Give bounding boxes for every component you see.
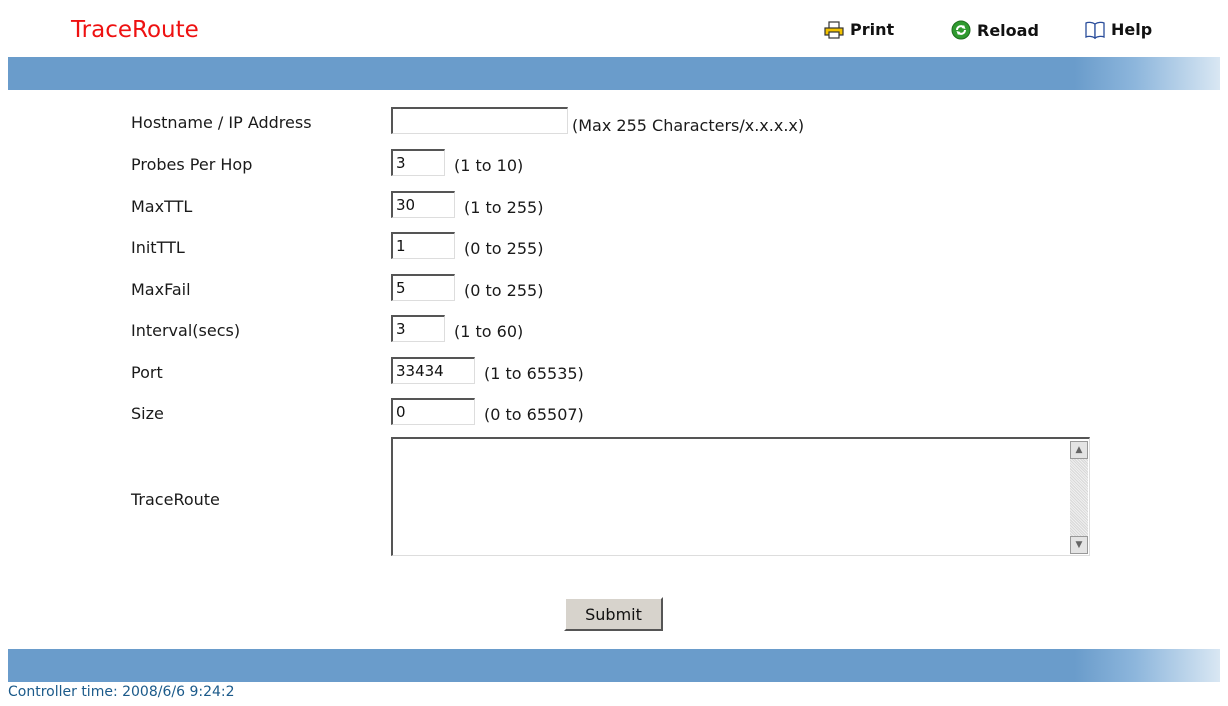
footer-bar	[8, 649, 1220, 682]
initttl-label: InitTTL	[131, 238, 185, 257]
size-hint: (0 to 65507)	[484, 405, 584, 424]
vertical-scrollbar[interactable]: ▲ ▼	[1070, 441, 1088, 554]
interval-label: Interval(secs)	[131, 321, 241, 340]
reload-button[interactable]: Reload	[951, 20, 1039, 40]
interval-hint: (1 to 60)	[454, 322, 524, 341]
probes-label: Probes Per Hop	[131, 155, 253, 174]
submit-button[interactable]: Submit	[564, 597, 663, 631]
traceroute-label: TraceRoute	[131, 490, 220, 509]
traceroute-output[interactable]: ▲ ▼	[391, 437, 1090, 556]
printer-icon	[824, 20, 844, 39]
hostname-hint: (Max 255 Characters/x.x.x.x)	[572, 116, 805, 135]
size-label: Size	[131, 404, 164, 423]
reload-icon	[951, 20, 971, 40]
size-input[interactable]	[391, 398, 475, 425]
controller-time: Controller time: 2008/6/6 9:24:2	[8, 684, 235, 700]
header-bar	[8, 57, 1220, 90]
probes-hint: (1 to 10)	[454, 156, 524, 175]
maxttl-label: MaxTTL	[131, 197, 193, 216]
help-label: Help	[1111, 20, 1153, 39]
page-title: TraceRoute	[71, 17, 199, 43]
help-button[interactable]: Help	[1085, 20, 1152, 39]
port-hint: (1 to 65535)	[484, 364, 584, 383]
print-label: Print	[850, 20, 895, 39]
maxfail-label: MaxFail	[131, 280, 191, 299]
print-button[interactable]: Print	[824, 20, 894, 39]
maxfail-input[interactable]	[391, 274, 455, 301]
maxttl-input[interactable]	[391, 191, 455, 218]
reload-label: Reload	[977, 20, 1039, 40]
scroll-down-icon[interactable]: ▼	[1070, 536, 1088, 554]
initttl-input[interactable]	[391, 232, 455, 259]
port-label: Port	[131, 363, 163, 382]
initttl-hint: (0 to 255)	[464, 239, 544, 258]
scroll-up-icon[interactable]: ▲	[1070, 441, 1088, 459]
hostname-input[interactable]	[391, 107, 568, 134]
interval-input[interactable]	[391, 315, 445, 342]
book-icon	[1085, 21, 1105, 39]
maxfail-hint: (0 to 255)	[464, 281, 544, 300]
probes-input[interactable]	[391, 149, 445, 176]
hostname-label: Hostname / IP Address	[131, 113, 312, 132]
port-input[interactable]	[391, 357, 475, 384]
maxttl-hint: (1 to 255)	[464, 198, 544, 217]
